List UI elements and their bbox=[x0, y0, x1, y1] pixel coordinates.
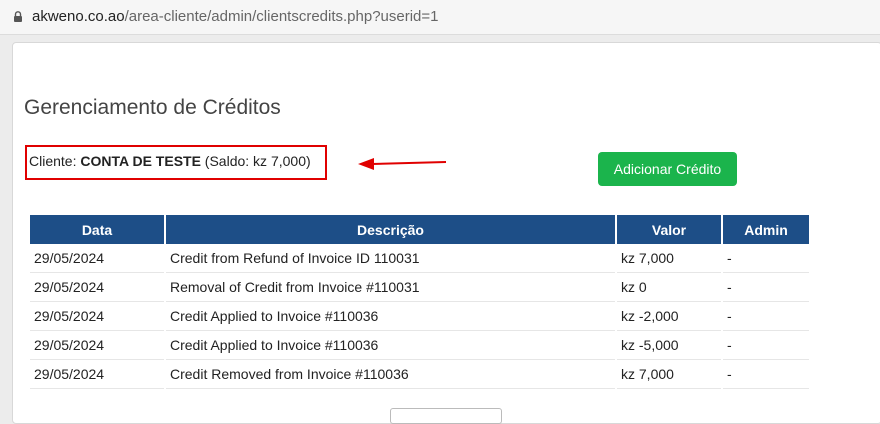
table-row: 29/05/2024 Credit Removed from Invoice #… bbox=[30, 360, 809, 389]
column-header-date[interactable]: Data bbox=[30, 215, 164, 244]
cell-description: Credit from Refund of Invoice ID 110031 bbox=[166, 244, 615, 273]
client-info: Cliente: CONTA DE TESTE (Saldo: kz 7,000… bbox=[29, 153, 311, 169]
table-row: 29/05/2024 Removal of Credit from Invoic… bbox=[30, 273, 809, 302]
add-credit-button[interactable]: Adicionar Crédito bbox=[598, 152, 737, 186]
credits-table: Data Descrição Valor Admin 29/05/2024 Cr… bbox=[28, 215, 811, 389]
column-header-description[interactable]: Descrição bbox=[166, 215, 615, 244]
client-balance: (Saldo: kz 7,000) bbox=[200, 153, 311, 169]
cell-value: kz 0 bbox=[617, 273, 721, 302]
address-bar[interactable]: akweno.co.ao/area-cliente/admin/clientsc… bbox=[0, 0, 880, 35]
cell-date: 29/05/2024 bbox=[30, 302, 164, 331]
cell-value: kz -5,000 bbox=[617, 331, 721, 360]
table-row: 29/05/2024 Credit Applied to Invoice #11… bbox=[30, 331, 809, 360]
table-row: 29/05/2024 Credit from Refund of Invoice… bbox=[30, 244, 809, 273]
cell-date: 29/05/2024 bbox=[30, 273, 164, 302]
cell-admin: - bbox=[723, 244, 809, 273]
client-prefix: Cliente: bbox=[29, 153, 81, 169]
cell-description: Removal of Credit from Invoice #110031 bbox=[166, 273, 615, 302]
cell-date: 29/05/2024 bbox=[30, 360, 164, 389]
table-row: 29/05/2024 Credit Applied to Invoice #11… bbox=[30, 302, 809, 331]
url-domain: akweno.co.ao bbox=[32, 8, 125, 25]
cell-date: 29/05/2024 bbox=[30, 244, 164, 273]
lock-icon bbox=[14, 11, 22, 22]
cell-value: kz 7,000 bbox=[617, 244, 721, 273]
cell-admin: - bbox=[723, 331, 809, 360]
cell-date: 29/05/2024 bbox=[30, 331, 164, 360]
url-path: /area-cliente/admin/clientscredits.php?u… bbox=[124, 8, 439, 25]
cell-admin: - bbox=[723, 360, 809, 389]
client-name: CONTA DE TESTE bbox=[80, 153, 201, 169]
column-header-value[interactable]: Valor bbox=[617, 215, 721, 244]
cell-admin: - bbox=[723, 302, 809, 331]
cell-admin: - bbox=[723, 273, 809, 302]
cell-description: Credit Removed from Invoice #110036 bbox=[166, 360, 615, 389]
table-header-row: Data Descrição Valor Admin bbox=[30, 215, 809, 244]
red-arrow-icon bbox=[358, 158, 447, 170]
column-header-admin[interactable]: Admin bbox=[723, 215, 809, 244]
cell-description: Credit Applied to Invoice #110036 bbox=[166, 302, 615, 331]
url-text[interactable]: akweno.co.ao/area-cliente/admin/clientsc… bbox=[32, 8, 439, 25]
cell-description: Credit Applied to Invoice #110036 bbox=[166, 331, 615, 360]
page-title: Gerenciamento de Créditos bbox=[24, 96, 281, 119]
cell-value: kz 7,000 bbox=[617, 360, 721, 389]
cell-value: kz -2,000 bbox=[617, 302, 721, 331]
pagination-button[interactable] bbox=[390, 408, 502, 424]
